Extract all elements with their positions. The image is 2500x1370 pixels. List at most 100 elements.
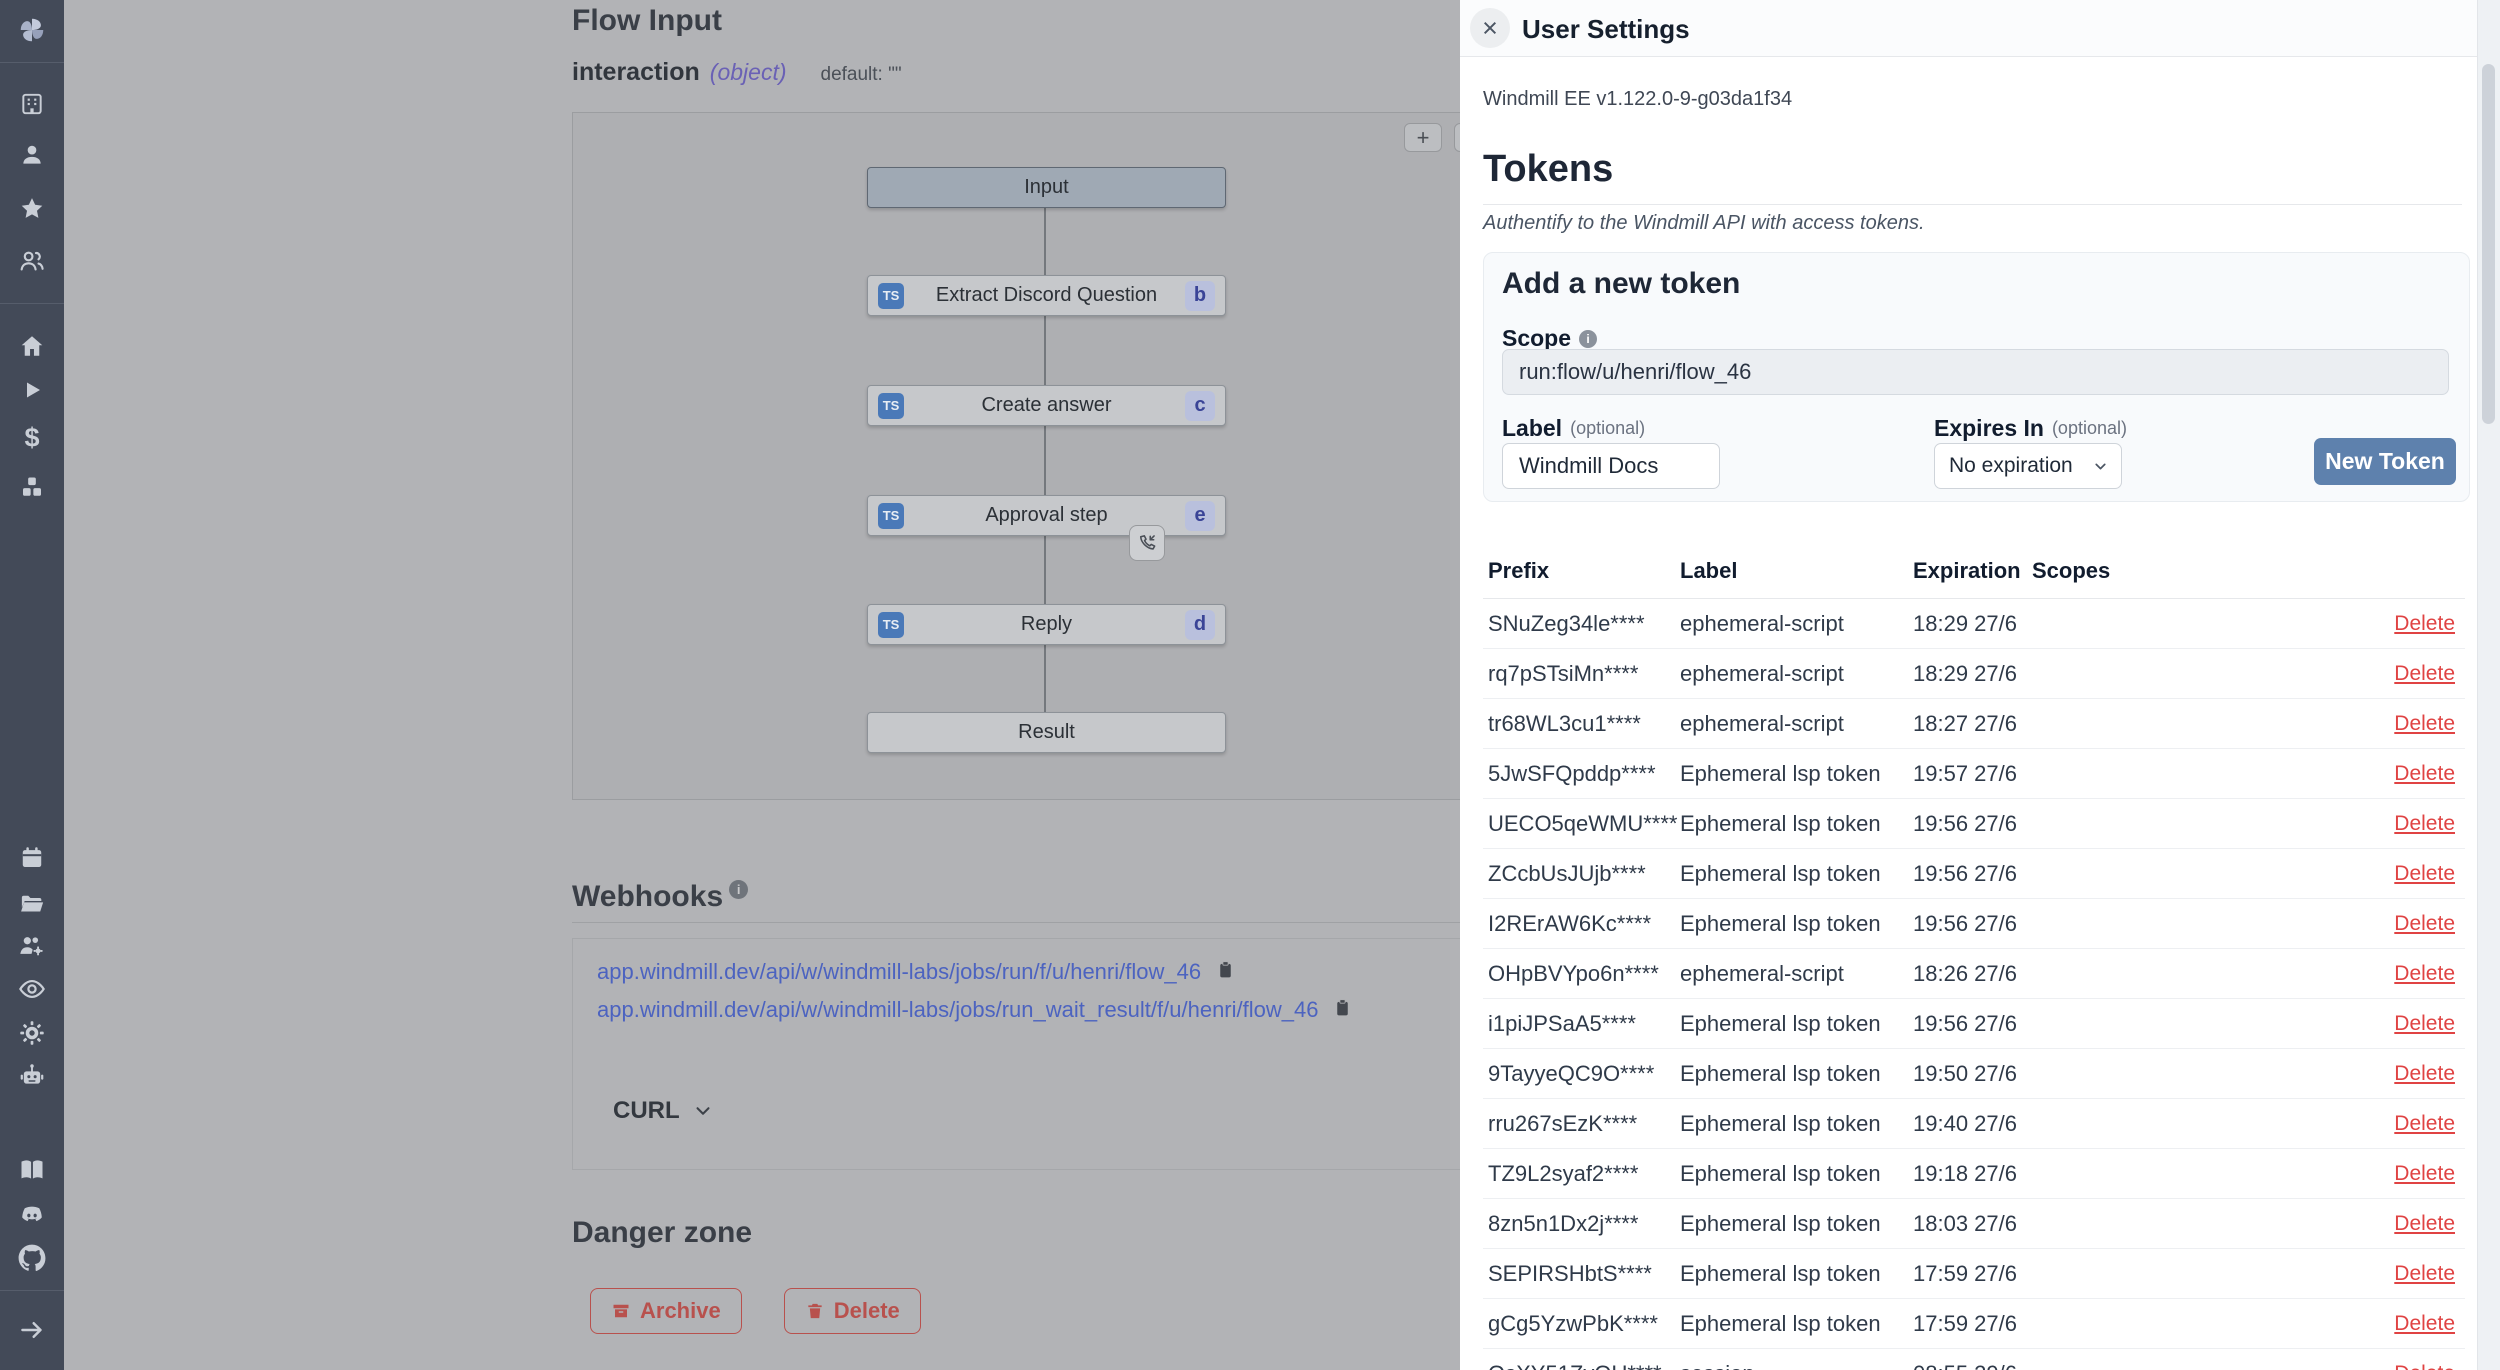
webhook-url-run-wait-result[interactable]: app.windmill.dev/api/w/windmill-labs/job… <box>597 997 1318 1023</box>
flow-node-label: Create answer <box>981 394 1111 417</box>
folder-open-icon[interactable] <box>19 890 46 917</box>
webhook-url-run[interactable]: app.windmill.dev/api/w/windmill-labs/job… <box>597 959 1201 985</box>
home-icon[interactable] <box>19 333 45 359</box>
token-label: Ephemeral lsp token <box>1680 1111 1913 1137</box>
delete-token-link[interactable]: Delete <box>2394 1212 2455 1236</box>
delete-token-link[interactable]: Delete <box>2394 762 2455 786</box>
token-row: OHpBVYpo6n****ephemeral-script18:26 27/6… <box>1483 949 2465 999</box>
delete-token-link[interactable]: Delete <box>2394 862 2455 886</box>
token-row: QsXY51ZvOU****session08:55 29/6Delete <box>1483 1349 2465 1370</box>
optional-hint: (optional) <box>2052 418 2127 439</box>
token-prefix: rq7pSTsiMn**** <box>1488 661 1680 687</box>
delete-token-link[interactable]: Delete <box>2394 912 2455 936</box>
token-prefix: 8zn5n1Dx2j**** <box>1488 1211 1680 1237</box>
delete-token-link[interactable]: Delete <box>2394 612 2455 636</box>
dollar-icon[interactable]: $ <box>24 425 39 452</box>
webhooks-title: Webhooks <box>572 880 723 914</box>
delete-token-link[interactable]: Delete <box>2394 1062 2455 1086</box>
flow-step-node[interactable]: TSReplyd <box>867 604 1226 645</box>
delete-token-link[interactable]: Delete <box>2394 1112 2455 1136</box>
user-icon[interactable] <box>19 142 45 168</box>
delete-token-link[interactable]: Delete <box>2394 1312 2455 1336</box>
token-prefix: 9TayyeQC9O**** <box>1488 1061 1680 1087</box>
column-header-scopes: Scopes <box>2032 558 2110 584</box>
flow-node-result[interactable]: Result <box>867 712 1226 753</box>
delete-token-link[interactable]: Delete <box>2394 1162 2455 1186</box>
windmill-logo-icon[interactable] <box>17 15 47 45</box>
token-row: I2RErAW6Kc****Ephemeral lsp token19:56 2… <box>1483 899 2465 949</box>
token-prefix: OHpBVYpo6n**** <box>1488 961 1680 987</box>
user-group-icon[interactable] <box>19 248 46 275</box>
eye-icon[interactable] <box>18 975 46 1003</box>
gear-icon[interactable] <box>19 1020 46 1047</box>
delete-token-link[interactable]: Delete <box>2394 662 2455 686</box>
robot-icon[interactable] <box>18 1062 46 1090</box>
webhook-row: app.windmill.dev/api/w/windmill-labs/job… <box>597 959 1236 985</box>
tokens-subtitle: Authentify to the Windmill API with acce… <box>1483 212 1925 235</box>
delete-button-label: Delete <box>834 1298 900 1324</box>
curl-toggle[interactable]: CURL <box>613 1097 714 1125</box>
token-row: tr68WL3cu1****ephemeral-script18:27 27/6… <box>1483 699 2465 749</box>
flow-node-label: Reply <box>1021 613 1072 636</box>
token-expiration: 18:26 27/6 <box>1913 961 2032 987</box>
token-label-label: Label (optional) <box>1502 415 1645 442</box>
delete-token-link[interactable]: Delete <box>2394 1362 2455 1370</box>
users-gear-icon[interactable] <box>18 932 46 960</box>
danger-zone-title: Danger zone <box>572 1216 752 1250</box>
zoom-in-button[interactable]: + <box>1404 123 1442 152</box>
step-id-badge: e <box>1185 501 1215 531</box>
discord-icon[interactable] <box>18 1201 46 1229</box>
token-label: ephemeral-script <box>1680 711 1913 737</box>
new-token-button[interactable]: New Token <box>2314 438 2456 485</box>
archive-button[interactable]: Archive <box>590 1288 742 1334</box>
typescript-icon: TS <box>878 503 904 529</box>
star-icon[interactable] <box>19 196 45 222</box>
token-row: SNuZeg34le****ephemeral-script18:29 27/6… <box>1483 599 2465 649</box>
token-expiration: 19:40 27/6 <box>1913 1111 2032 1137</box>
token-prefix: TZ9L2syaf2**** <box>1488 1161 1680 1187</box>
arrow-right-icon[interactable] <box>19 1317 46 1344</box>
version-text: Windmill EE v1.122.0-9-g03da1f34 <box>1483 88 1792 111</box>
expires-label-text: Expires In <box>1934 415 2044 442</box>
delete-token-link[interactable]: Delete <box>2394 1262 2455 1286</box>
flow-step-node[interactable]: TSApproval stepe <box>867 495 1226 536</box>
token-prefix: gCg5YzwPbK**** <box>1488 1311 1680 1337</box>
book-icon[interactable] <box>18 1156 46 1184</box>
calendar-icon[interactable] <box>19 845 46 872</box>
sidebar-divider <box>0 303 64 304</box>
suspend-approval-icon <box>1129 525 1165 561</box>
flow-node-input[interactable]: Input <box>867 167 1226 208</box>
github-icon[interactable] <box>18 1244 46 1272</box>
token-label: Ephemeral lsp token <box>1680 1011 1913 1037</box>
copy-clipboard-icon[interactable] <box>1215 959 1236 985</box>
delete-token-link[interactable]: Delete <box>2394 712 2455 736</box>
delete-token-link[interactable]: Delete <box>2394 1012 2455 1036</box>
expiration-select[interactable]: No expiration <box>1934 443 2122 489</box>
info-icon[interactable]: i <box>729 880 748 899</box>
token-label-input[interactable] <box>1502 443 1720 489</box>
label-label-text: Label <box>1502 415 1562 442</box>
delete-token-link[interactable]: Delete <box>2394 812 2455 836</box>
delete-flow-button[interactable]: Delete <box>784 1288 921 1334</box>
section-divider <box>572 922 1564 923</box>
building-icon[interactable] <box>19 91 45 117</box>
token-expiration: 18:27 27/6 <box>1913 711 2032 737</box>
token-expiration: 19:57 27/6 <box>1913 761 2032 787</box>
token-expiration: 18:29 27/6 <box>1913 661 2032 687</box>
expires-in-label: Expires In (optional) <box>1934 415 2127 442</box>
flow-step-node[interactable]: TSExtract Discord Questionb <box>867 275 1226 316</box>
token-row: rq7pSTsiMn****ephemeral-script18:29 27/6… <box>1483 649 2465 699</box>
flow-edge <box>1044 206 1046 275</box>
close-icon[interactable]: × <box>1470 8 1510 48</box>
token-label: ephemeral-script <box>1680 961 1913 987</box>
cubes-icon[interactable] <box>19 474 46 501</box>
scrollbar-thumb[interactable] <box>2482 64 2495 424</box>
token-label: Ephemeral lsp token <box>1680 1061 1913 1087</box>
info-icon[interactable]: i <box>1579 330 1597 348</box>
chevron-down-icon <box>692 1100 714 1122</box>
play-icon[interactable] <box>20 378 44 402</box>
flow-step-node[interactable]: TSCreate answerc <box>867 385 1226 426</box>
scope-input[interactable] <box>1502 349 2449 395</box>
delete-token-link[interactable]: Delete <box>2394 962 2455 986</box>
copy-clipboard-icon[interactable] <box>1332 997 1353 1023</box>
